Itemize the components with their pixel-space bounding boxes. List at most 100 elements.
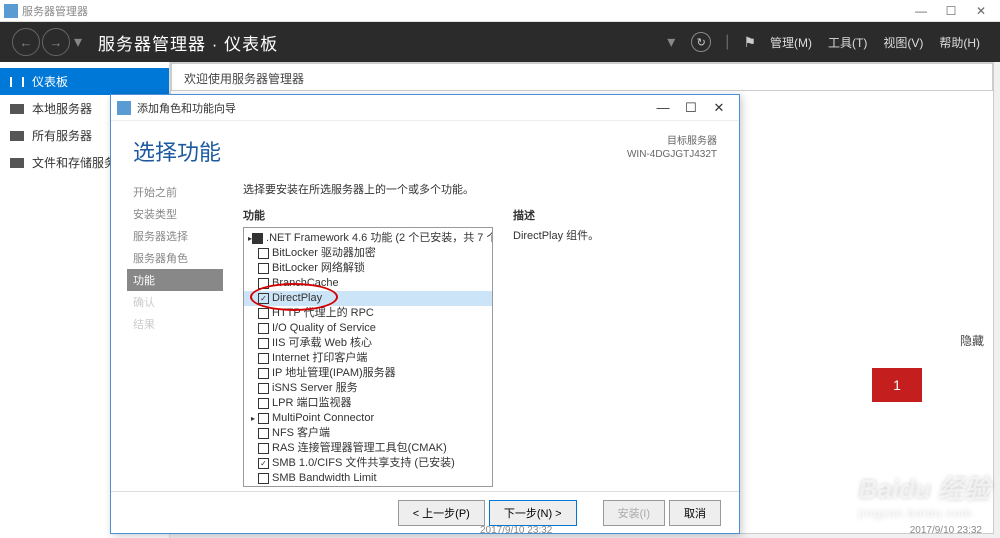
feature-checkbox[interactable] (258, 338, 269, 349)
outer-window-titlebar: 服务器管理器 — ☐ ✕ (0, 0, 1000, 22)
nav-arrows: ← → ▾ (12, 28, 82, 56)
storage-icon (10, 158, 24, 168)
feature-item[interactable]: BranchCache (244, 276, 492, 291)
feature-label: SMB Bandwidth Limit (272, 471, 377, 486)
sidebar-item-label: 本地服务器 (32, 100, 92, 117)
flag-icon[interactable]: ⚑ (743, 34, 756, 51)
maximize-button[interactable]: ☐ (936, 4, 966, 18)
timestamp-1: 2017/9/10 23:32 (480, 525, 552, 536)
wizard-header: 选择功能 目标服务器 WIN-4DGJGTJ432T (111, 121, 739, 175)
wizard-nav-step[interactable]: 服务器角色 (133, 247, 223, 269)
expand-icon[interactable]: ▸ (248, 411, 258, 426)
feature-label: HTTP 代理上的 RPC (272, 306, 374, 321)
feature-item[interactable]: BitLocker 驱动器加密 (244, 246, 492, 261)
next-button[interactable]: 下一步(N) > (489, 500, 577, 526)
feature-checkbox[interactable] (258, 308, 269, 319)
wizard-nav-step: 确认 (133, 291, 223, 313)
menu-manage[interactable]: 管理(M) (770, 34, 812, 51)
feature-checkbox[interactable] (258, 353, 269, 364)
feature-checkbox[interactable] (258, 413, 269, 424)
feature-checkbox[interactable] (252, 233, 263, 244)
feature-item[interactable]: iSNS Server 服务 (244, 381, 492, 396)
minimize-button[interactable]: — (906, 4, 936, 18)
nav-forward-button[interactable]: → (42, 28, 70, 56)
feature-label: I/O Quality of Service (272, 321, 376, 336)
wizard-minimize-button[interactable]: — (649, 100, 677, 115)
feature-label: .NET Framework 4.6 功能 (2 个已安装，共 7 个) (266, 231, 493, 246)
wizard-content: 选择要安装在所选服务器上的一个或多个功能。 功能 ▸.NET Framework… (243, 181, 717, 489)
menu-view[interactable]: 视图(V) (883, 34, 923, 51)
menu-tools[interactable]: 工具(T) (828, 34, 867, 51)
feature-checkbox[interactable] (258, 383, 269, 394)
feature-item[interactable]: BitLocker 网络解锁 (244, 261, 492, 276)
feature-checkbox[interactable] (258, 473, 269, 484)
target-server-info: 目标服务器 WIN-4DGJGTJ432T (627, 135, 717, 167)
feature-item[interactable]: I/O Quality of Service (244, 321, 492, 336)
sidebar-item-label: 所有服务器 (32, 127, 92, 144)
features-label: 功能 (243, 207, 493, 223)
feature-checkbox[interactable] (258, 398, 269, 409)
window-title: 服务器管理器 (22, 3, 88, 19)
prev-button[interactable]: < 上一步(P) (398, 500, 485, 526)
app-icon (4, 4, 18, 18)
feature-checkbox[interactable] (258, 323, 269, 334)
sidebar-item-dashboard[interactable]: 仪表板 (0, 68, 169, 95)
wizard-nav-step[interactable]: 功能 (127, 269, 223, 291)
feature-item[interactable]: IP 地址管理(IPAM)服务器 (244, 366, 492, 381)
feature-item[interactable]: ▸.NET Framework 4.6 功能 (2 个已安装，共 7 个) (244, 231, 492, 246)
nav-dropdown-icon[interactable]: ▾ (74, 32, 82, 52)
wizard-nav: 开始之前安装类型服务器选择服务器角色功能确认结果 (133, 181, 223, 489)
feature-label: Internet 打印客户端 (272, 351, 367, 366)
wizard-nav-step[interactable]: 服务器选择 (133, 225, 223, 247)
feature-checkbox[interactable] (258, 428, 269, 439)
close-button[interactable]: ✕ (966, 4, 996, 18)
servers-icon (10, 131, 24, 141)
wizard-titlebar[interactable]: 添加角色和功能向导 — ☐ ✕ (111, 95, 739, 121)
wizard-nav-step[interactable]: 安装类型 (133, 203, 223, 225)
feature-label: BranchCache (272, 276, 339, 291)
feature-checkbox[interactable] (258, 368, 269, 379)
wizard-maximize-button[interactable]: ☐ (677, 100, 705, 116)
menu-help[interactable]: 帮助(H) (939, 34, 980, 51)
notification-badge[interactable]: 1 (872, 368, 922, 402)
refresh-icon[interactable]: ↻ (691, 32, 711, 52)
description-label: 描述 (513, 207, 717, 223)
wizard-title: 添加角色和功能向导 (137, 100, 236, 116)
wizard-icon (117, 101, 131, 115)
feature-checkbox[interactable] (258, 278, 269, 289)
feature-checkbox[interactable] (258, 458, 269, 469)
wizard-nav-step: 结果 (133, 313, 223, 335)
welcome-header: 欢迎使用服务器管理器 (171, 63, 993, 91)
sidebar-item-label: 仪表板 (32, 73, 68, 90)
feature-label: MultiPoint Connector (272, 411, 374, 426)
sidebar-item-label: 文件和存储服务 (32, 154, 116, 171)
install-button[interactable]: 安装(I) (603, 500, 665, 526)
feature-item[interactable]: DirectPlay (244, 291, 492, 306)
feature-checkbox[interactable] (258, 263, 269, 274)
feature-item[interactable]: RAS 连接管理器管理工具包(CMAK) (244, 441, 492, 456)
cancel-button[interactable]: 取消 (669, 500, 721, 526)
feature-item[interactable]: HTTP 代理上的 RPC (244, 306, 492, 321)
feature-item[interactable]: LPR 端口监视器 (244, 396, 492, 411)
feature-item[interactable]: SMB Bandwidth Limit (244, 471, 492, 486)
feature-item[interactable]: SMB 1.0/CIFS 文件共享支持 (已安装) (244, 456, 492, 471)
feature-checkbox[interactable] (258, 293, 269, 304)
wizard-close-button[interactable]: ✕ (705, 100, 733, 116)
hide-link[interactable]: 隐藏 (960, 332, 984, 349)
wizard-nav-step[interactable]: 开始之前 (133, 181, 223, 203)
feature-checkbox[interactable] (258, 443, 269, 454)
feature-item[interactable]: Internet 打印客户端 (244, 351, 492, 366)
dashboard-icon (10, 77, 24, 87)
breadcrumb-dropdown-icon[interactable]: ▾ (667, 32, 675, 52)
feature-item[interactable]: IIS 可承载 Web 核心 (244, 336, 492, 351)
nav-back-button[interactable]: ← (12, 28, 40, 56)
feature-item[interactable]: NFS 客户端 (244, 426, 492, 441)
feature-checkbox[interactable] (258, 248, 269, 259)
feature-label: IIS 可承载 Web 核心 (272, 336, 372, 351)
feature-label: DirectPlay (272, 291, 322, 306)
feature-item[interactable]: ▸ MultiPoint Connector (244, 411, 492, 426)
feature-item[interactable]: SMTP 服务器 (244, 486, 492, 487)
add-roles-wizard: 添加角色和功能向导 — ☐ ✕ 选择功能 目标服务器 WIN-4DGJGTJ43… (110, 94, 740, 534)
feature-label: SMB 1.0/CIFS 文件共享支持 (已安装) (272, 456, 455, 471)
features-listbox[interactable]: ▸.NET Framework 4.6 功能 (2 个已安装，共 7 个)Bit… (243, 227, 493, 487)
